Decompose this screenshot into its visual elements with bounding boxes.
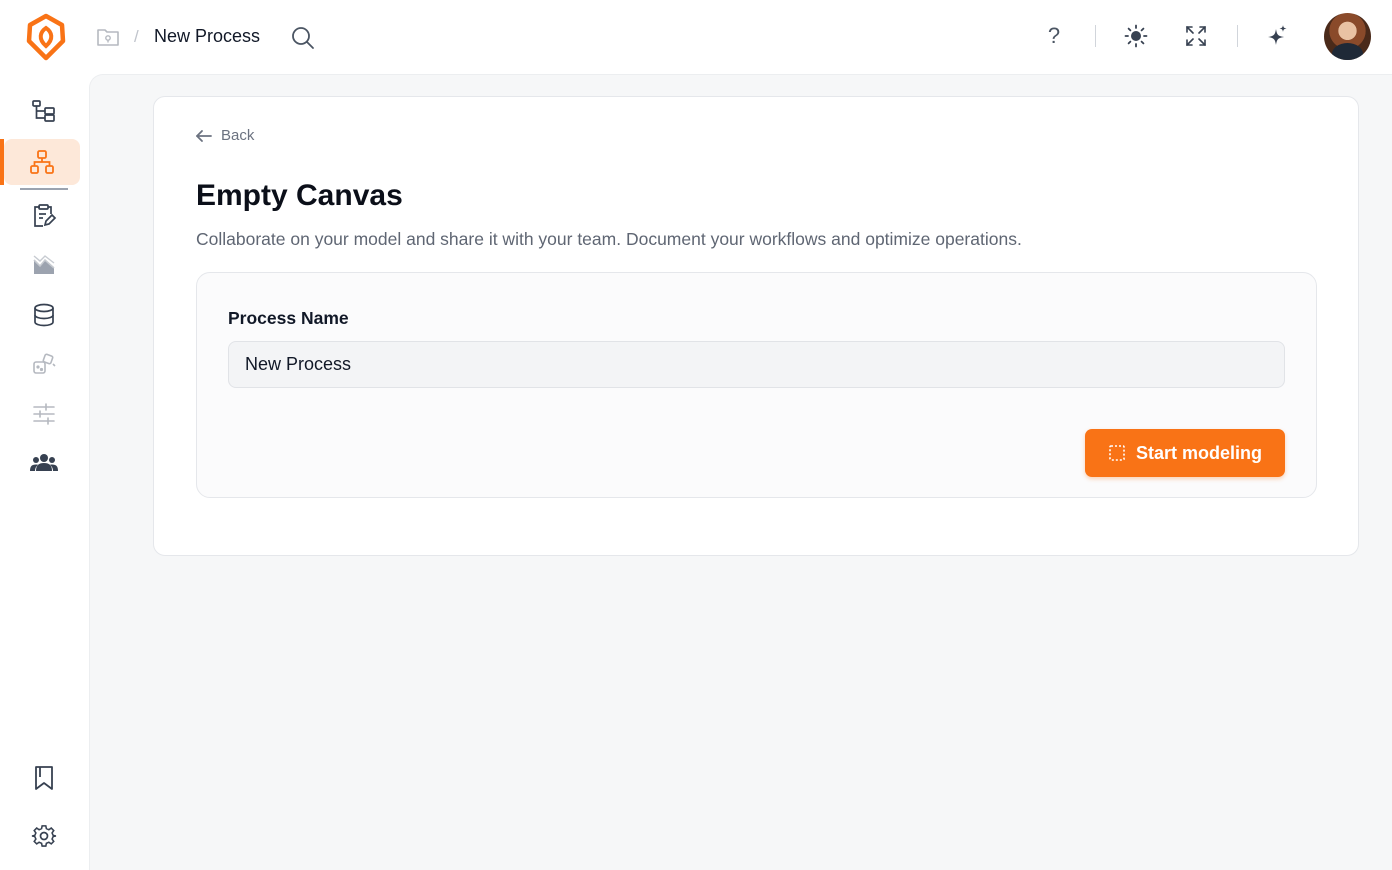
top-bar: / New Process ? (0, 0, 1392, 74)
user-avatar[interactable] (1324, 13, 1371, 60)
process-form: Process Name Start modeling (196, 272, 1317, 498)
breadcrumb-separator: / (134, 27, 139, 46)
sidebar-item-tasks[interactable] (6, 193, 82, 239)
sidebar-item-team[interactable] (6, 440, 82, 486)
sidebar-item-settings[interactable] (6, 813, 82, 859)
org-chart-icon (30, 150, 54, 174)
app-logo-icon[interactable] (24, 13, 68, 61)
bookmark-icon (35, 766, 53, 790)
sliders-icon (33, 403, 55, 425)
help-icon[interactable]: ? (1040, 22, 1068, 50)
sidebar-item-bookmarks[interactable] (6, 755, 82, 801)
nav-divider (20, 188, 68, 190)
chart-area-icon (33, 255, 55, 274)
users-icon (30, 454, 58, 471)
sidebar-item-analytics[interactable] (6, 242, 82, 288)
app: / New Process ? Back Empty Canvas Collab… (0, 0, 1392, 870)
database-icon (34, 303, 54, 327)
sidebar-item-processes[interactable] (4, 139, 80, 185)
clipboard-edit-icon (34, 204, 57, 227)
sidebar (0, 74, 89, 870)
sparkle-icon[interactable] (1262, 22, 1290, 50)
back-label: Back (221, 127, 255, 144)
sidebar-item-integrations[interactable] (6, 341, 82, 387)
sidebar-item-tree[interactable] (6, 88, 82, 134)
toolbar-divider (1095, 25, 1096, 47)
main-content: Back Empty Canvas Collaborate on your mo… (89, 74, 1392, 870)
page-description: Collaborate on your model and share it w… (196, 229, 1022, 249)
search-icon[interactable] (290, 25, 316, 51)
sidebar-item-data[interactable] (6, 292, 82, 338)
gear-icon (31, 825, 57, 847)
start-modeling-label: Start modeling (1135, 442, 1262, 463)
process-name-label: Process Name (228, 308, 349, 328)
tree-structure-icon (32, 100, 55, 122)
page-title: Empty Canvas (196, 179, 403, 212)
folder-icon[interactable] (96, 26, 120, 48)
sun-icon[interactable] (1122, 22, 1150, 50)
start-modeling-button[interactable]: Start modeling (1085, 429, 1285, 477)
back-link[interactable]: Back (195, 127, 254, 144)
empty-canvas-card: Back Empty Canvas Collaborate on your mo… (153, 96, 1359, 556)
toolbar-divider (1237, 25, 1238, 47)
dashed-square-icon (1109, 445, 1125, 461)
fullscreen-expand-icon[interactable] (1182, 22, 1210, 50)
breadcrumb-title[interactable]: New Process (154, 26, 260, 47)
process-name-input[interactable] (228, 341, 1285, 388)
arrow-left-icon (196, 129, 212, 142)
sidebar-item-settings-sliders[interactable] (6, 391, 82, 437)
shapes-icon (33, 353, 56, 374)
